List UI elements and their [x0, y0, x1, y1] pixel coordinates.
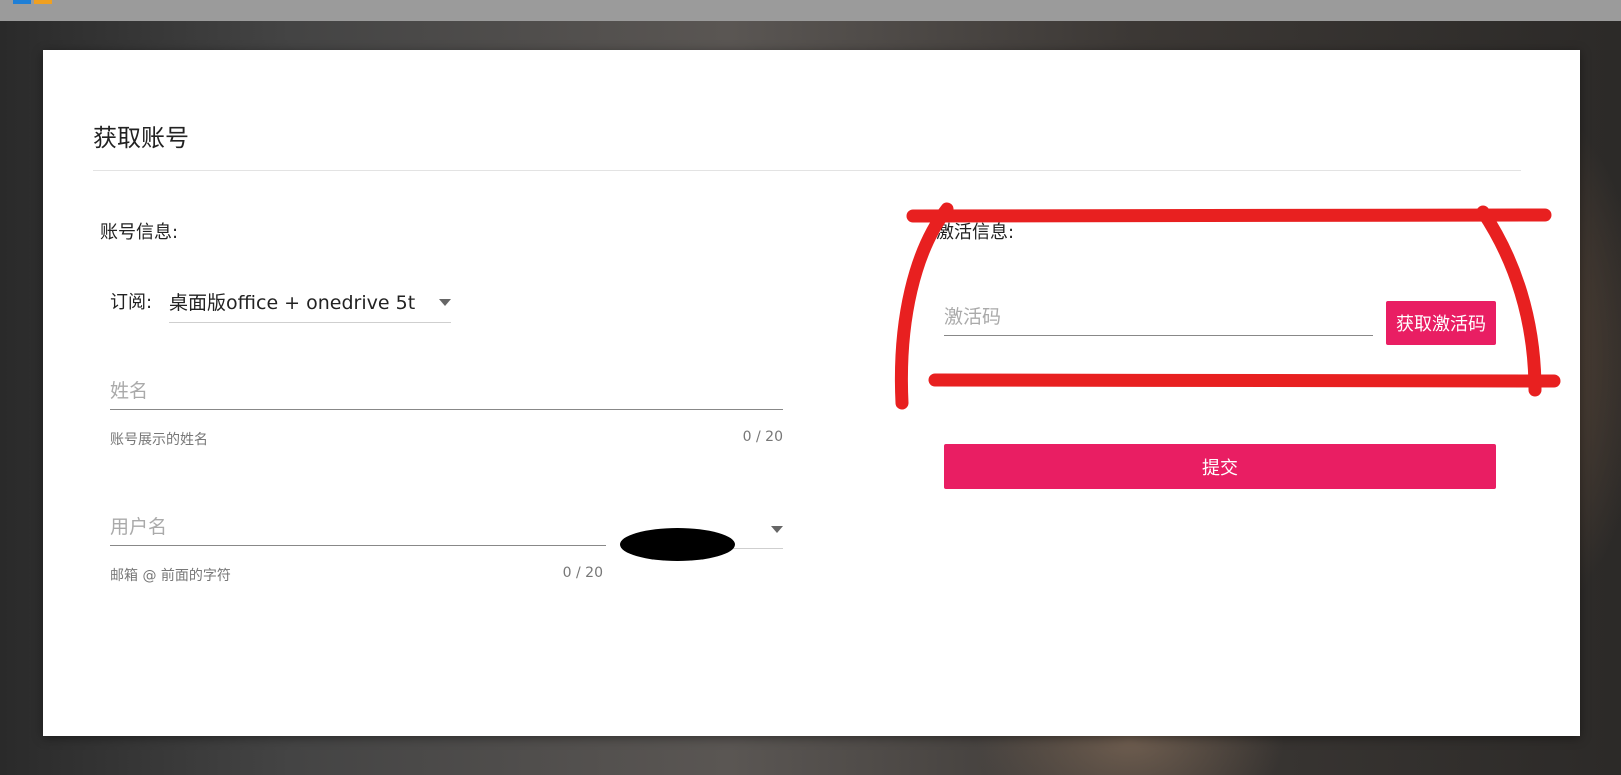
get-activation-code-button[interactable]: 获取激活码 [1386, 301, 1496, 345]
name-field[interactable] [110, 376, 783, 410]
logo-icon [13, 0, 53, 4]
name-counter: 0 / 20 [742, 429, 783, 445]
chevron-down-icon [439, 299, 451, 306]
activation-code-input[interactable] [944, 302, 1373, 332]
subscription-label: 订阅: [110, 292, 153, 313]
name-hint: 账号展示的姓名 [110, 432, 208, 448]
get-account-card: 获取账号 账号信息: 订阅: 桌面版office + onedrive 5t 账… [43, 50, 1580, 736]
username-hint: 邮箱 @ 前面的字符 [110, 568, 231, 584]
submit-button[interactable]: 提交 [944, 444, 1496, 489]
subscription-select[interactable]: 桌面版office + onedrive 5t [169, 286, 451, 323]
top-bar [0, 0, 1621, 21]
activation-info-label: 激活信息: [936, 222, 1015, 243]
title-divider [93, 170, 1521, 171]
activation-code-field[interactable] [944, 302, 1373, 336]
name-input[interactable] [110, 376, 783, 406]
redaction-mark [620, 528, 735, 561]
username-field[interactable] [110, 512, 606, 546]
subscription-value: 桌面版office + onedrive 5t [169, 292, 416, 314]
username-input[interactable] [110, 512, 606, 542]
page-title: 获取账号 [93, 124, 189, 152]
chevron-down-icon [771, 526, 783, 533]
account-info-label: 账号信息: [100, 222, 179, 243]
username-counter: 0 / 20 [562, 565, 603, 581]
